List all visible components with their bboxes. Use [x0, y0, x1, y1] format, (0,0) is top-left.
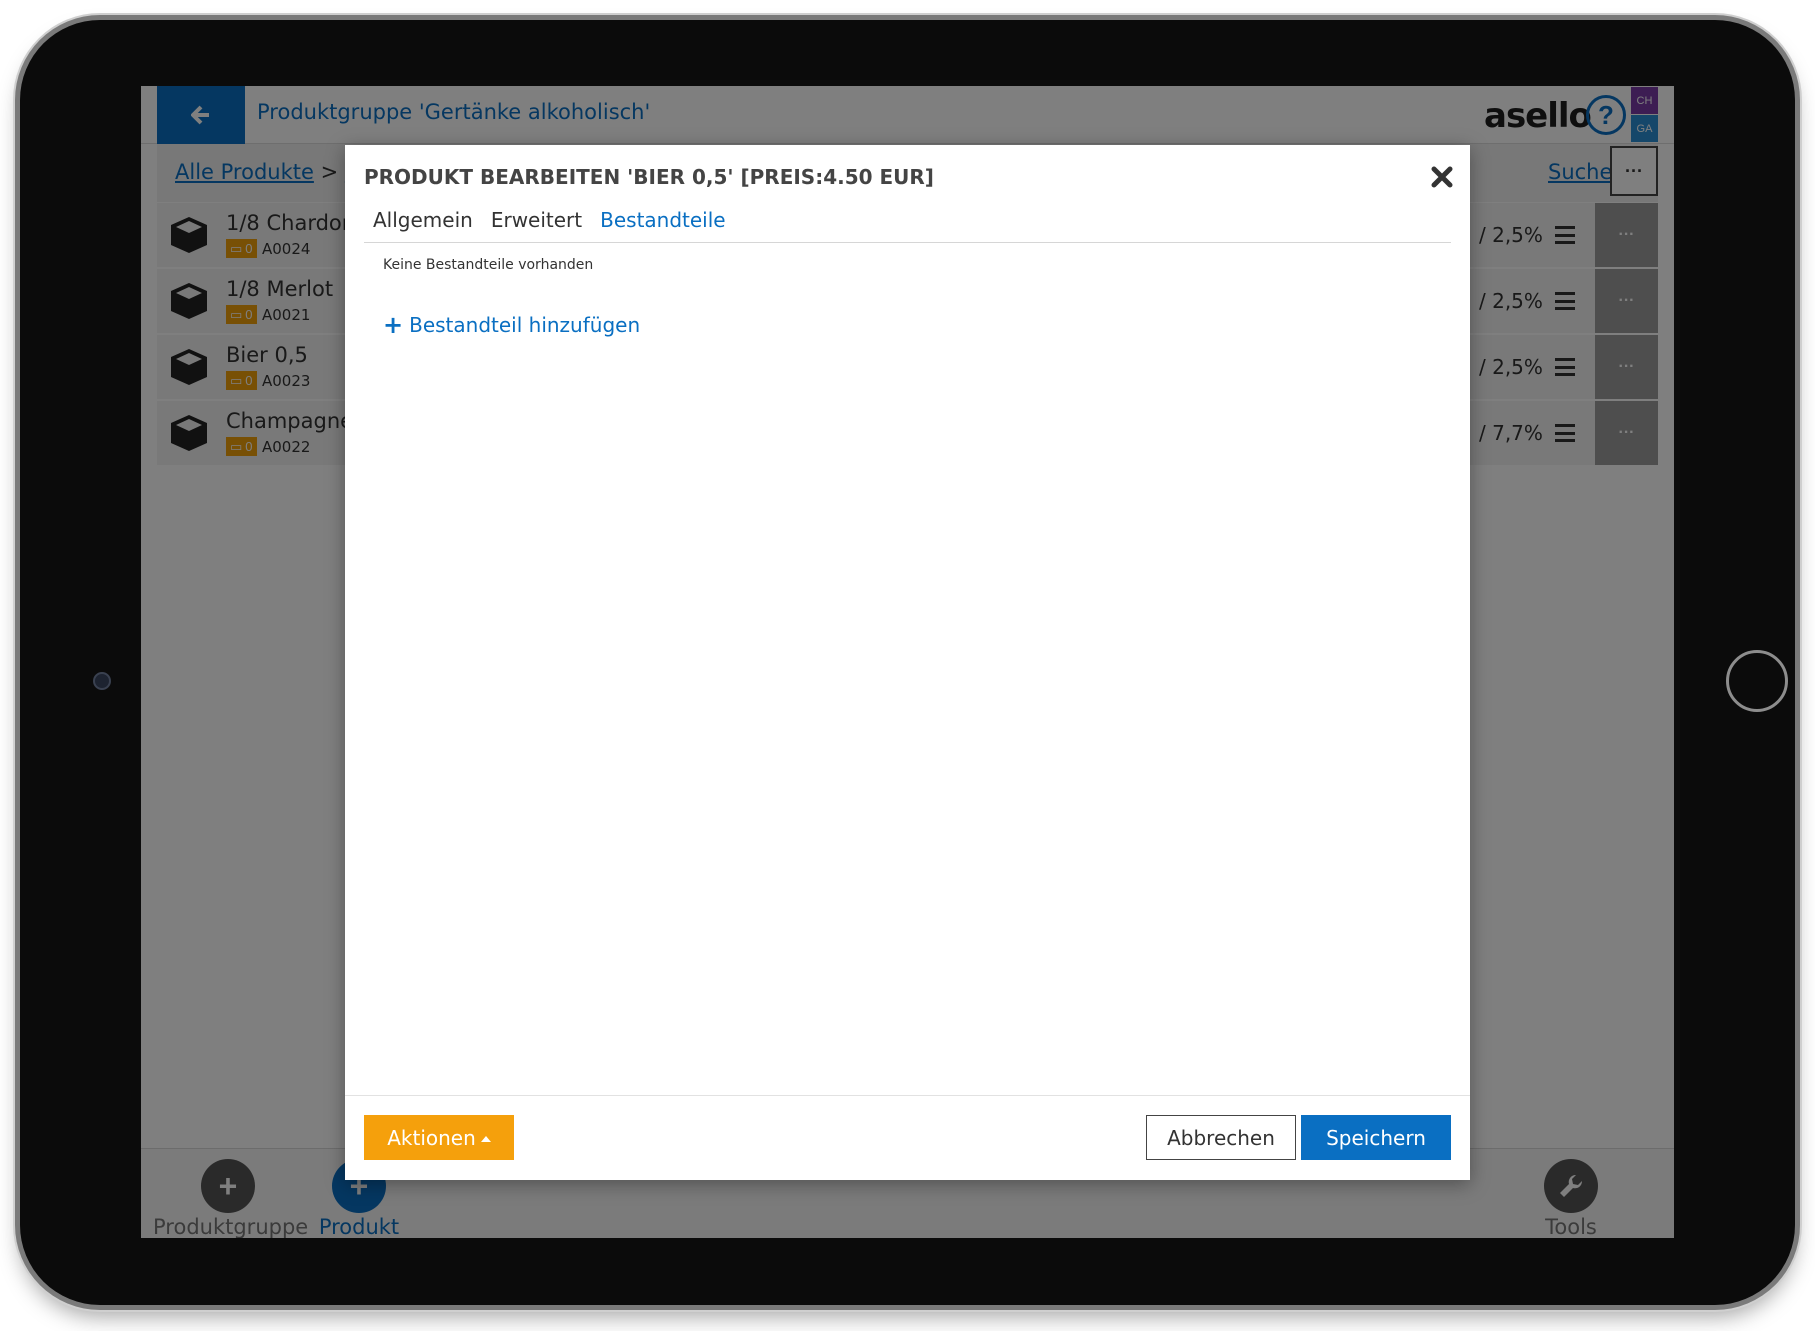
add-component-link[interactable]: + Bestandteil hinzufügen	[383, 313, 640, 337]
tab-erweitert[interactable]: Erweitert	[482, 205, 591, 242]
camera	[93, 672, 111, 690]
modal-footer: Aktionen Abbrechen Speichern	[345, 1095, 1470, 1180]
actions-dropdown-button[interactable]: Aktionen	[364, 1115, 514, 1160]
caret-up-icon	[480, 1135, 491, 1142]
app-screen: Produktgruppe 'Gertänke alkoholisch' ase…	[141, 86, 1674, 1238]
tab-allgemein[interactable]: Allgemein	[364, 205, 482, 242]
modal-title: PRODUKT BEARBEITEN 'BIER 0,5' [PREIS:4.5…	[364, 165, 934, 189]
actions-label: Aktionen	[387, 1125, 476, 1150]
modal-tabs: Allgemein Erweitert Bestandteile	[364, 205, 1451, 243]
cancel-button[interactable]: Abbrechen	[1146, 1115, 1296, 1160]
empty-components-text: Keine Bestandteile vorhanden	[383, 257, 594, 273]
tab-bestandteile[interactable]: Bestandteile	[591, 205, 734, 242]
close-icon[interactable]	[1426, 161, 1458, 193]
home-button[interactable]	[1726, 650, 1788, 712]
save-button[interactable]: Speichern	[1301, 1115, 1451, 1160]
add-component-label: Bestandteil hinzufügen	[409, 313, 641, 337]
edit-product-modal: PRODUKT BEARBEITEN 'BIER 0,5' [PREIS:4.5…	[345, 145, 1470, 1180]
plus-icon: +	[383, 311, 404, 339]
